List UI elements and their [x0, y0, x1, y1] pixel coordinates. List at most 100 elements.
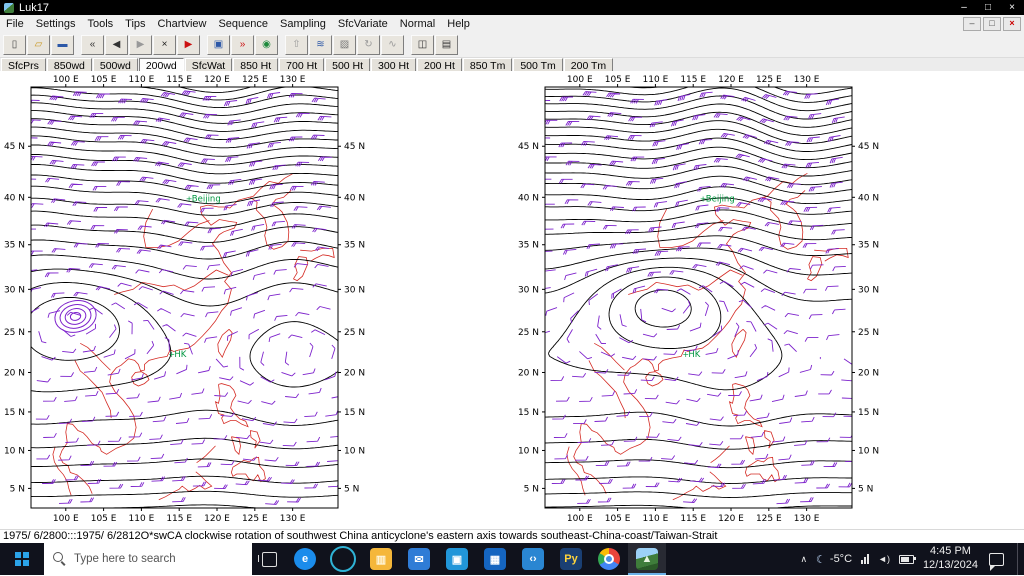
- toolbar-go-first-button[interactable]: «: [81, 34, 104, 55]
- toolbar-rotate-button[interactable]: ↻: [357, 34, 380, 55]
- menu-tools[interactable]: Tools: [81, 17, 119, 31]
- taskbar-app-cortana[interactable]: [324, 543, 362, 575]
- svg-text:20 N: 20 N: [344, 368, 365, 378]
- toolbar-layout-button[interactable]: ◫: [411, 34, 434, 55]
- app-icon: [4, 2, 14, 13]
- svg-text:120 E: 120 E: [718, 514, 744, 524]
- toolbar-hatch-fill-button[interactable]: ▨: [333, 34, 356, 55]
- windows-logo-icon: [15, 552, 21, 558]
- photos-icon: ▦: [484, 548, 506, 570]
- taskbar-app-python-ide[interactable]: Py: [552, 543, 590, 575]
- toolbar-export-button[interactable]: ▤: [435, 34, 458, 55]
- toolbar-wave-button[interactable]: ∿: [381, 34, 404, 55]
- svg-text:30 N: 30 N: [518, 285, 539, 295]
- weather-map-right[interactable]: + Beijing+ HK100 E100 E105 E105 E110 E110 …: [516, 75, 888, 527]
- close-button[interactable]: ×: [1000, 0, 1024, 15]
- svg-text:20 N: 20 N: [4, 368, 25, 378]
- svg-text:Beijing: Beijing: [192, 194, 221, 204]
- task-view-icon: [257, 551, 277, 567]
- svg-text:30 N: 30 N: [344, 285, 365, 295]
- svg-text:110 E: 110 E: [129, 75, 155, 85]
- toolbar-globe-button[interactable]: ◉: [255, 34, 278, 55]
- volume-icon[interactable]: ◄): [878, 554, 890, 564]
- svg-text:130 E: 130 E: [794, 514, 820, 524]
- taskbar-search[interactable]: [44, 542, 252, 576]
- luk17-icon: ▲: [636, 548, 658, 570]
- maximize-button[interactable]: □: [976, 0, 1000, 15]
- svg-text:10 N: 10 N: [4, 446, 25, 456]
- svg-text:125 E: 125 E: [756, 75, 782, 85]
- svg-text:25 N: 25 N: [858, 328, 879, 338]
- svg-text:45 N: 45 N: [4, 142, 25, 152]
- toolbar-frame-step-button[interactable]: ▣: [207, 34, 230, 55]
- network-icon[interactable]: [861, 554, 870, 564]
- hidden-icons-chevron[interactable]: ∧: [800, 554, 807, 565]
- toolbar-play-fast-button[interactable]: »: [231, 34, 254, 55]
- mdi-close-button[interactable]: ×: [1003, 16, 1021, 31]
- edge-icon: e: [294, 548, 316, 570]
- temperature-label: -5°C: [829, 553, 853, 565]
- taskbar: e ▥ ✉ ▣ ▦ ‹› Py ▲ ∧ ☾ -5°C ◄) 4:45 PM 12/13/202…: [0, 542, 1024, 576]
- taskbar-app-edge[interactable]: e: [286, 543, 324, 575]
- search-input[interactable]: [44, 542, 252, 576]
- svg-text:120 E: 120 E: [718, 75, 744, 85]
- svg-text:10 N: 10 N: [344, 446, 365, 456]
- titlebar: Luk17 – □ ×: [0, 0, 1024, 15]
- toolbar-isolines-button[interactable]: ≋: [309, 34, 332, 55]
- taskbar-clock[interactable]: 4:45 PM 12/13/2024: [923, 545, 978, 573]
- weather-icon: ☾: [816, 553, 826, 566]
- mdi-minimize-button[interactable]: –: [963, 16, 981, 31]
- menu-help[interactable]: Help: [441, 17, 476, 31]
- menu-sfcvariate[interactable]: SfcVariate: [332, 17, 394, 31]
- toolbar-open-button[interactable]: ▱: [27, 34, 50, 55]
- mdi-restore-button[interactable]: □: [983, 16, 1001, 31]
- taskbar-app-photos[interactable]: ▦: [476, 543, 514, 575]
- search-icon: [53, 552, 63, 562]
- menu-sequence[interactable]: Sequence: [212, 17, 274, 31]
- svg-text:115 E: 115 E: [680, 514, 706, 524]
- svg-text:10 N: 10 N: [858, 446, 879, 456]
- menu-tips[interactable]: Tips: [119, 17, 151, 31]
- svg-text:40 N: 40 N: [4, 193, 25, 203]
- svg-text:30 N: 30 N: [4, 285, 25, 295]
- taskbar-app-file-explorer[interactable]: ▥: [362, 543, 400, 575]
- toolbar-save-button[interactable]: ▬: [51, 34, 74, 55]
- toolbar-stop-button[interactable]: ×: [153, 34, 176, 55]
- show-desktop-button[interactable]: [1017, 543, 1022, 575]
- toolbar-go-next-button[interactable]: ▶: [129, 34, 152, 55]
- menu-file[interactable]: File: [0, 17, 30, 31]
- minimize-button[interactable]: –: [952, 0, 976, 15]
- svg-text:125 E: 125 E: [242, 75, 268, 85]
- chart-area: + Beijing + HK 100 E 100 E 105 E 105 E 110 E 110 …: [0, 71, 1024, 529]
- menu-chartview[interactable]: Chartview: [152, 17, 213, 31]
- action-center-icon[interactable]: [989, 552, 1004, 571]
- svg-text:100 E: 100 E: [567, 514, 593, 524]
- start-button[interactable]: [0, 543, 44, 575]
- toolbar-pointer-up-button[interactable]: ⇧: [285, 34, 308, 55]
- weather-map-left[interactable]: + Beijing+ HK100 E100 E105 E105 E110 E110 …: [2, 75, 374, 527]
- task-view-button[interactable]: [252, 543, 286, 575]
- svg-text:25 N: 25 N: [518, 328, 539, 338]
- weather-widget[interactable]: ☾ -5°C: [816, 553, 852, 566]
- svg-text:110 E: 110 E: [643, 75, 669, 85]
- svg-text:130 E: 130 E: [794, 75, 820, 85]
- battery-icon[interactable]: [898, 554, 916, 564]
- taskbar-app-mail[interactable]: ✉: [400, 543, 438, 575]
- svg-text:10 N: 10 N: [518, 446, 539, 456]
- svg-text:30 N: 30 N: [858, 285, 879, 295]
- taskbar-app-vscode[interactable]: ‹›: [514, 543, 552, 575]
- taskbar-app-luk17[interactable]: ▲: [628, 543, 666, 575]
- toolbar-new-button[interactable]: ▯: [3, 34, 26, 55]
- taskbar-app-chrome[interactable]: [590, 543, 628, 575]
- svg-text:HK: HK: [174, 350, 186, 360]
- menu-settings[interactable]: Settings: [30, 17, 82, 31]
- svg-text:20 N: 20 N: [858, 368, 879, 378]
- status-text: 1975/ 6/2800:::1975/ 6/2812O*swCA clockw…: [3, 530, 718, 542]
- taskbar-app-store[interactable]: ▣: [438, 543, 476, 575]
- menu-normal[interactable]: Normal: [394, 17, 441, 31]
- toolbar-go-prev-button[interactable]: ◀: [105, 34, 128, 55]
- toolbar-play-button[interactable]: ▶: [177, 34, 200, 55]
- svg-text:100 E: 100 E: [53, 75, 79, 85]
- svg-text:120 E: 120 E: [204, 514, 230, 524]
- menu-sampling[interactable]: Sampling: [274, 17, 332, 31]
